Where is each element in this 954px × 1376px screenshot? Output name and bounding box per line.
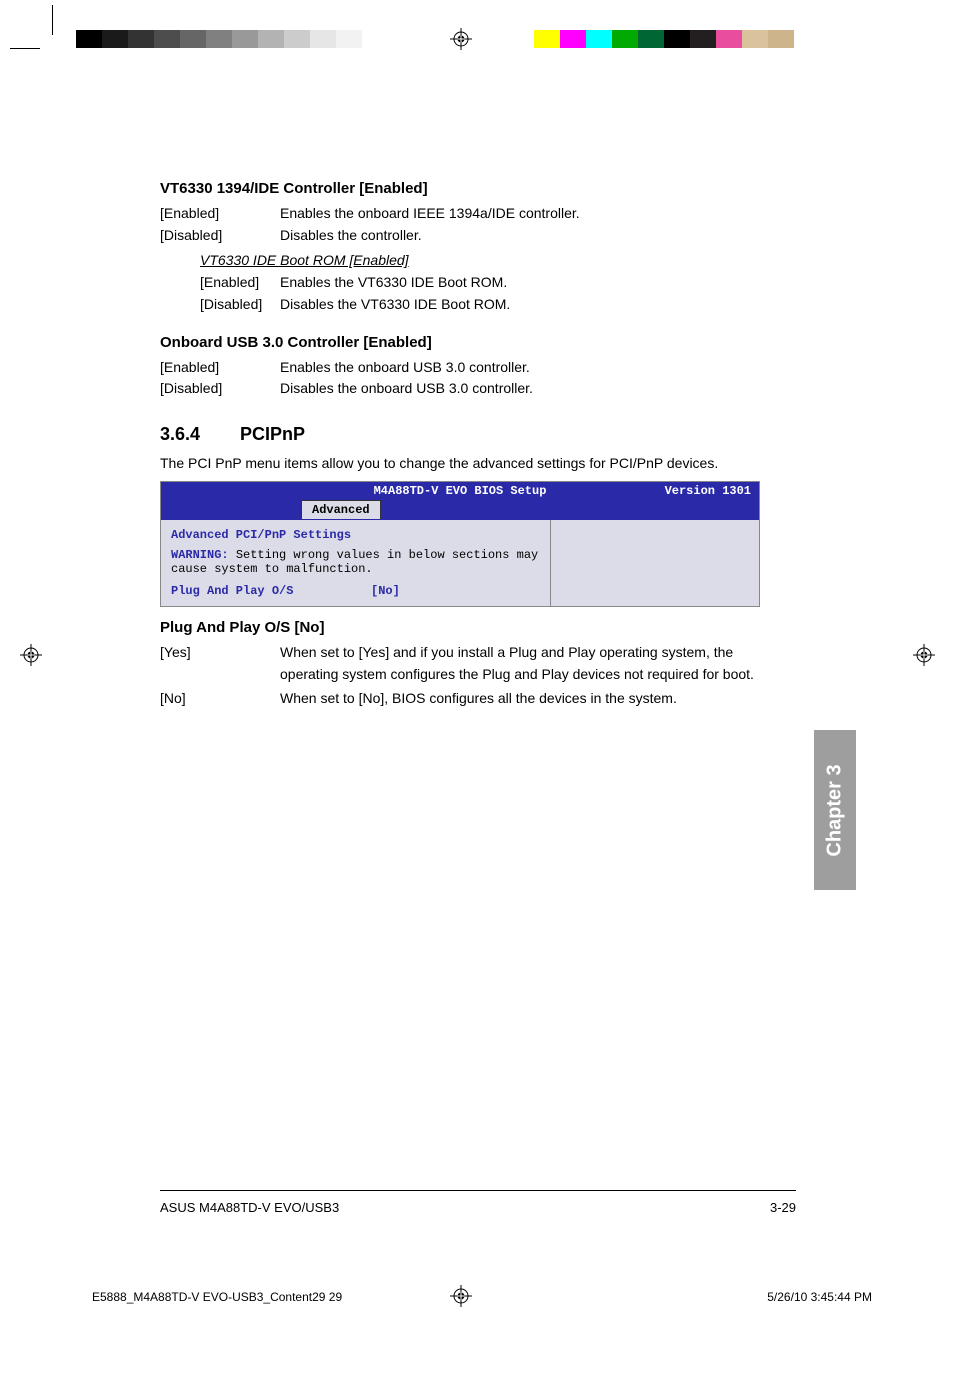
option-key: [Enabled] xyxy=(160,203,280,225)
bios-screenshot: M4A88TD-V EVO BIOS Setup Version 1301 Ad… xyxy=(160,481,760,607)
footer-right: 3-29 xyxy=(770,1200,796,1215)
option-row: [Enabled] Enables the VT6330 IDE Boot RO… xyxy=(200,272,760,294)
option-desc: Disables the VT6330 IDE Boot ROM. xyxy=(280,294,760,316)
sub-setting-vt6330-bootrom: VT6330 IDE Boot ROM [Enabled] [Enabled] … xyxy=(200,252,760,315)
bios-tabrow: Advanced xyxy=(161,500,759,520)
bios-body: Advanced PCI/PnP Settings WARNING: Setti… xyxy=(161,520,759,606)
option-desc: When set to [Yes] and if you install a P… xyxy=(280,642,760,685)
option-desc: Disables the onboard USB 3.0 controller. xyxy=(280,378,760,400)
bios-warning: WARNING: Setting wrong values in below s… xyxy=(171,548,540,576)
sub-setting-heading: VT6330 IDE Boot ROM [Enabled] xyxy=(200,252,760,268)
bios-title: M4A88TD-V EVO BIOS Setup xyxy=(374,484,547,498)
bios-item-label: Plug And Play O/S xyxy=(171,584,371,598)
grayscale-bar xyxy=(76,30,362,48)
chapter-tab: Chapter 3 xyxy=(814,730,856,890)
footer-rule xyxy=(160,1190,796,1191)
option-row: [Disabled] Disables the onboard USB 3.0 … xyxy=(160,378,760,400)
page-footer: ASUS M4A88TD-V EVO/USB3 3-29 xyxy=(160,1200,796,1215)
setting-plug-and-play: Plug And Play O/S [No] [Yes] When set to… xyxy=(160,619,760,709)
option-desc: Enables the onboard IEEE 1394a/IDE contr… xyxy=(280,203,760,225)
option-row: [Enabled] Enables the onboard USB 3.0 co… xyxy=(160,357,760,379)
option-key: [Enabled] xyxy=(200,272,280,294)
option-row: [Yes] When set to [Yes] and if you insta… xyxy=(160,642,760,685)
option-key: [No] xyxy=(160,688,280,710)
setting-heading: VT6330 1394/IDE Controller [Enabled] xyxy=(160,180,760,197)
option-row: [Disabled] Disables the VT6330 IDE Boot … xyxy=(200,294,760,316)
bios-item-value: [No] xyxy=(371,584,400,598)
setting-vt6330: VT6330 1394/IDE Controller [Enabled] [En… xyxy=(160,180,760,316)
option-key: [Disabled] xyxy=(160,378,280,400)
setting-heading: Onboard USB 3.0 Controller [Enabled] xyxy=(160,334,760,351)
section-number: 3.6.4 xyxy=(160,424,200,445)
option-row: [Enabled] Enables the onboard IEEE 1394a… xyxy=(160,203,760,225)
section-intro: The PCI PnP menu items allow you to chan… xyxy=(160,455,760,471)
section-heading: 3.6.4 PCIPnP xyxy=(160,424,760,445)
page-content: VT6330 1394/IDE Controller [Enabled] [En… xyxy=(160,180,760,711)
color-bar xyxy=(534,30,794,48)
option-desc: Disables the controller. xyxy=(280,225,760,247)
footer-left: ASUS M4A88TD-V EVO/USB3 xyxy=(160,1200,339,1215)
bios-panel-heading: Advanced PCI/PnP Settings xyxy=(171,528,540,542)
bios-titlebar: M4A88TD-V EVO BIOS Setup Version 1301 xyxy=(161,482,759,500)
option-desc: Enables the onboard USB 3.0 controller. xyxy=(280,357,760,379)
bios-tab-advanced: Advanced xyxy=(301,500,381,519)
chapter-tab-label: Chapter 3 xyxy=(824,764,847,856)
bios-version: Version 1301 xyxy=(665,484,751,498)
bios-right-panel xyxy=(551,520,759,606)
slug-right: 5/26/10 3:45:44 PM xyxy=(767,1290,872,1304)
option-row: [No] When set to [No], BIOS configures a… xyxy=(160,688,760,710)
setting-heading: Plug And Play O/S [No] xyxy=(160,619,760,636)
print-slug: E5888_M4A88TD-V EVO-USB3_Content29 29 5/… xyxy=(92,1290,872,1304)
bios-item: Plug And Play O/S [No] xyxy=(171,584,540,598)
option-row: [Disabled] Disables the controller. xyxy=(160,225,760,247)
crop-mark xyxy=(52,5,53,35)
option-key: [Disabled] xyxy=(200,294,280,316)
option-desc: Enables the VT6330 IDE Boot ROM. xyxy=(280,272,760,294)
option-desc: When set to [No], BIOS configures all th… xyxy=(280,688,760,710)
registration-mark-icon xyxy=(913,644,935,666)
option-key: [Disabled] xyxy=(160,225,280,247)
option-key: [Yes] xyxy=(160,642,280,685)
bios-left-panel: Advanced PCI/PnP Settings WARNING: Setti… xyxy=(161,520,551,606)
crop-mark xyxy=(10,48,40,49)
option-key: [Enabled] xyxy=(160,357,280,379)
setting-usb3: Onboard USB 3.0 Controller [Enabled] [En… xyxy=(160,334,760,400)
slug-left: E5888_M4A88TD-V EVO-USB3_Content29 29 xyxy=(92,1290,342,1304)
registration-mark-icon xyxy=(20,644,42,666)
bios-warning-label: WARNING: xyxy=(171,548,229,562)
section-title: PCIPnP xyxy=(240,424,305,445)
registration-mark-icon xyxy=(450,28,472,50)
